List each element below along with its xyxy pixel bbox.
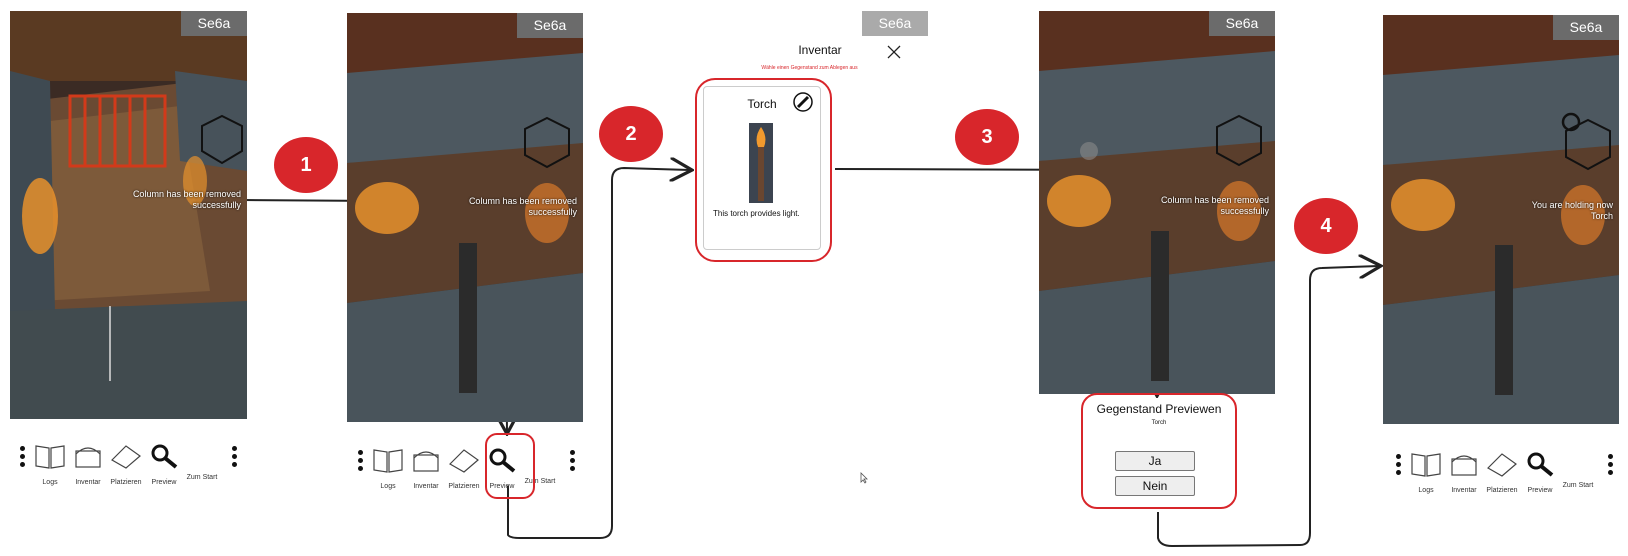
book-icon [1411, 453, 1441, 477]
toolbar-platzieren[interactable]: Platzieren [108, 442, 144, 486]
toolbar-1: Logs Inventar Platzieren Preview Zum Sta… [14, 442, 246, 486]
chest-icon [75, 447, 101, 468]
no-button[interactable]: Nein [1115, 476, 1195, 496]
torch-icon [749, 123, 773, 203]
drop-item-icon[interactable] [792, 91, 814, 113]
app-badge: Se6a [1553, 15, 1619, 40]
toolbar-label: Logs [1418, 487, 1434, 494]
toolbar-label: Logs [42, 479, 58, 486]
yes-button[interactable]: Ja [1115, 451, 1195, 471]
toolbar-2: Logs Inventar Platzieren Preview Zum Sta… [352, 446, 584, 490]
preview-dialog: Gegenstand Previewen Torch Ja Nein [1084, 396, 1234, 504]
toolbar-platzieren[interactable]: Platzieren [1484, 450, 1520, 494]
book-icon [373, 449, 403, 473]
toolbar-logs[interactable]: Logs [32, 442, 68, 486]
step-badge-2: 2 [599, 106, 663, 162]
chest-icon [1451, 455, 1477, 476]
toolbar-zum-start[interactable]: Zum Start [1560, 450, 1596, 489]
toolbar-label: Preview [151, 479, 177, 486]
chest-icon [413, 451, 439, 472]
close-icon[interactable] [886, 44, 902, 60]
toolbar-label: Platzieren [110, 479, 142, 486]
toolbar-label: Inventar [413, 483, 439, 490]
toolbar-label: Logs [380, 483, 396, 490]
toolbar-label: Zum Start [1562, 482, 1594, 489]
game-screen-3[interactable]: Se6a Column has been removed successfull… [1039, 11, 1275, 394]
toolbar-label: Platzieren [448, 483, 480, 490]
step-badge-3: 3 [955, 109, 1019, 165]
inventory-title: Inventar [798, 43, 842, 57]
status-message: Column has been removed successfully [132, 189, 241, 210]
toolbar-label: Preview [1527, 487, 1553, 494]
toolbar-inventar[interactable]: Inventar [1446, 450, 1482, 494]
toolbar-logs[interactable]: Logs [1408, 450, 1444, 494]
app-badge: Se6a [862, 11, 928, 36]
app-badge: Se6a [1209, 11, 1275, 36]
menu-dots-icon[interactable] [1608, 454, 1614, 478]
toolbar-label: Inventar [75, 479, 101, 486]
game-screen-1[interactable]: Se6a Column has been removed successfull… [10, 11, 247, 419]
toolbar-label: Zum Start [186, 474, 218, 481]
magnifier-icon [1527, 452, 1554, 477]
dungeon-scene [10, 11, 247, 419]
status-message: You are holding now Torch [1531, 200, 1613, 221]
step-badge-1: 1 [274, 137, 338, 193]
toolbar-label: Platzieren [1486, 487, 1518, 494]
map-icon [1487, 453, 1517, 477]
map-icon [111, 445, 141, 469]
inventory-item-card[interactable]: Torch This torch provides light. [703, 86, 821, 250]
map-icon [449, 449, 479, 473]
game-screen-4[interactable]: Se6a You are holding now Torch [1383, 15, 1619, 424]
cursor-icon [860, 472, 868, 484]
status-message: Column has been removed successfully [1160, 195, 1269, 216]
status-message: Column has been removed successfully [468, 196, 577, 217]
menu-dots-icon[interactable] [570, 450, 576, 474]
toolbar-inventar[interactable]: Inventar [408, 446, 444, 490]
menu-dots-icon[interactable] [20, 446, 26, 470]
magnifier-icon [151, 444, 178, 469]
book-icon [35, 445, 65, 469]
game-screen-2[interactable]: Se6a Column has been removed successfull… [347, 13, 583, 422]
toolbar-preview[interactable]: Preview [146, 442, 182, 486]
dialog-title: Gegenstand Previewen [1096, 402, 1222, 416]
step-badge-4: 4 [1294, 198, 1358, 254]
menu-dots-icon[interactable] [1396, 454, 1402, 478]
app-badge: Se6a [517, 13, 583, 38]
inventory-hint: Wähle einen Gegenstand zum Ablegen aus [761, 65, 858, 71]
menu-dots-icon[interactable] [358, 450, 364, 474]
menu-dots-icon[interactable] [232, 446, 238, 470]
app-badge: Se6a [181, 11, 247, 36]
toolbar-inventar[interactable]: Inventar [70, 442, 106, 486]
toolbar-label: Inventar [1451, 487, 1477, 494]
toolbar-preview[interactable]: Preview [1522, 450, 1558, 494]
dialog-item: Torch [1151, 420, 1167, 426]
highlight-preview-button [485, 433, 535, 499]
toolbar-zum-start[interactable]: Zum Start [184, 442, 220, 481]
toolbar-logs[interactable]: Logs [370, 446, 406, 490]
item-description: This torch provides light. [713, 209, 800, 218]
toolbar-platzieren[interactable]: Platzieren [446, 446, 482, 490]
toolbar-4: Logs Inventar Platzieren Preview Zum Sta… [1390, 450, 1622, 494]
